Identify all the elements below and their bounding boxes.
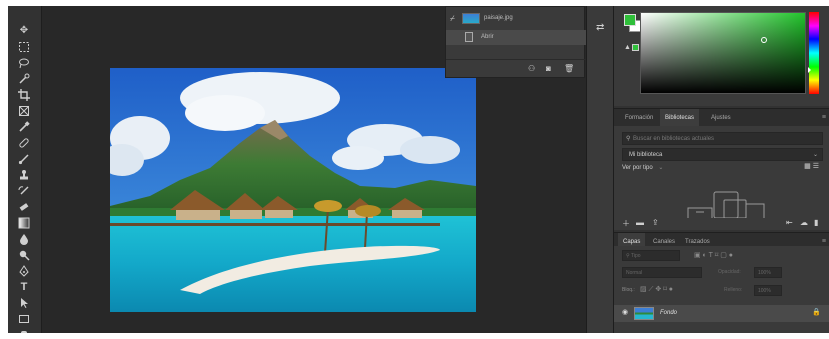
libraries-panel: ⚲ Buscar en bibliotecas actuales Mi bibl… <box>614 126 829 230</box>
history-state-label: Abrir <box>481 34 494 40</box>
foreground-color-swatch[interactable] <box>624 14 636 26</box>
path-select-tool-icon[interactable] <box>16 296 32 310</box>
lock-label: Bloq.: <box>622 287 635 293</box>
search-icon: ⚲ <box>626 136 631 142</box>
view-by-type-dropdown[interactable]: Ver por tipo ⌄ <box>622 164 663 171</box>
layer-name: Fondo <box>660 310 678 316</box>
chevron-down-icon: ⌄ <box>812 152 818 158</box>
opacity-value: 100% <box>758 270 771 276</box>
type-tool-icon[interactable]: T <box>16 280 32 294</box>
quick-select-tool-icon[interactable] <box>16 72 32 86</box>
eyedropper-tool-icon[interactable] <box>16 120 32 134</box>
eraser-tool-icon[interactable] <box>16 200 32 214</box>
lasso-tool-icon[interactable] <box>16 56 32 70</box>
cloud-link-icon[interactable]: ⇤ <box>786 218 793 227</box>
gradient-tool-icon[interactable] <box>16 216 32 230</box>
color-field[interactable] <box>640 12 806 94</box>
layer-filter-select[interactable]: ⚲ Tipo <box>622 250 680 261</box>
library-search-input[interactable]: ⚲ Buscar en bibliotecas actuales <box>622 132 823 145</box>
library-empty-illustration <box>687 191 765 218</box>
add-content-icon[interactable]: ＋ <box>622 218 630 229</box>
lock-icons[interactable]: ▨ ⟋ ✥ ⌑ ● <box>640 284 673 296</box>
new-document-from-state-icon[interactable]: ⚇ <box>528 64 535 73</box>
tab-bibliotecas[interactable]: Bibliotecas <box>660 109 700 127</box>
fill-input[interactable]: 100% <box>754 285 782 296</box>
history-footer: ⚇ ◙ 🗑 <box>446 59 586 77</box>
camera-icon[interactable]: ◙ <box>546 64 551 73</box>
cloud-icon[interactable]: ☁ <box>800 218 808 227</box>
layer-row[interactable]: ◉ Fondo 🔒 <box>614 305 829 322</box>
photoshop-window: ✥ T ⌿ paisaje.jpg Abrir ⚇ ◙ 🗑 ⇄ ▲ Formac… <box>8 6 829 333</box>
dodge-tool-icon[interactable] <box>16 248 32 262</box>
tab-ajustes[interactable]: Ajustes <box>706 109 736 127</box>
tab-formacion[interactable]: Formación <box>620 109 658 127</box>
collapsed-panels-dock: ⇄ <box>586 6 614 333</box>
crop-tool-icon[interactable] <box>16 88 32 102</box>
library-name: Mi biblioteca <box>629 152 663 158</box>
library-select[interactable]: Mi biblioteca ⌄ <box>622 148 823 161</box>
lock-icon[interactable]: 🔒 <box>812 308 821 316</box>
history-brush-tool-icon[interactable] <box>16 184 32 198</box>
layer-thumbnail <box>634 307 654 320</box>
opacity-label: Opacidad: <box>718 269 741 275</box>
upload-icon[interactable]: ⇪ <box>652 218 659 227</box>
gamut-swatch[interactable] <box>632 44 639 51</box>
healing-brush-tool-icon[interactable] <box>16 136 32 150</box>
trash-icon[interactable]: ▮ <box>814 218 818 227</box>
hue-slider-handle[interactable] <box>808 67 811 73</box>
grid-view-icon[interactable]: ▦ ☰ <box>804 162 819 170</box>
rectangle-tool-icon[interactable] <box>16 312 32 326</box>
history-panel-icon[interactable]: ⇄ <box>596 22 604 33</box>
library-search-placeholder: Buscar en bibliotecas actuales <box>633 136 715 142</box>
chevron-down-icon: ⌄ <box>658 165 664 171</box>
brush-tool-icon[interactable] <box>16 152 32 166</box>
layers-panel: ⚲ Tipo ▣ ◐ T ⌑ ▢ ● Normal Opacidad: 100%… <box>614 246 829 333</box>
blur-tool-icon[interactable] <box>16 232 32 246</box>
color-picker-handle[interactable] <box>761 37 767 43</box>
blend-mode-select[interactable]: Normal <box>622 267 702 278</box>
libraries-tab-bar: Formación Bibliotecas Ajustes ≡ <box>614 108 829 127</box>
snapshot-label: paisaje.jpg <box>484 15 513 21</box>
snapshot-thumbnail <box>462 13 480 24</box>
history-panel: ⌿ paisaje.jpg Abrir ⚇ ◙ 🗑 <box>445 6 586 78</box>
move-tool-icon[interactable]: ✥ <box>16 24 32 38</box>
layer-filter-label: Tipo <box>630 253 641 259</box>
tools-panel: ✥ T <box>8 6 42 333</box>
libraries-footer: ＋ ▬ ⇪ ⇤ ☁ ▮ <box>622 218 823 228</box>
document-icon <box>465 32 473 42</box>
history-brush-source-icon: ⌿ <box>450 14 455 23</box>
folder-icon[interactable]: ▬ <box>636 218 644 227</box>
history-state-row[interactable]: Abrir <box>446 30 586 45</box>
hue-slider[interactable] <box>809 12 819 94</box>
opacity-input[interactable]: 100% <box>754 267 782 278</box>
marquee-tool-icon[interactable] <box>16 40 32 54</box>
blend-mode-value: Normal <box>626 270 643 276</box>
landscape-photo <box>110 68 476 312</box>
layer-filter-icons[interactable]: ▣ ◐ T ⌑ ▢ ● <box>694 250 733 262</box>
hand-tool-icon[interactable] <box>16 327 32 333</box>
clone-stamp-tool-icon[interactable] <box>16 168 32 182</box>
gamut-warning-icon[interactable]: ▲ <box>624 44 631 51</box>
color-panel: ▲ <box>614 6 829 106</box>
frame-tool-icon[interactable] <box>16 104 32 118</box>
pen-tool-icon[interactable] <box>16 264 32 278</box>
view-by-type-label: Ver por tipo <box>622 165 653 171</box>
history-snapshot-row[interactable]: ⌿ paisaje.jpg <box>446 11 586 26</box>
right-panels: ▲ Formación Bibliotecas Ajustes ≡ ⚲ Busc… <box>614 6 829 333</box>
panel-menu-icon[interactable]: ≡ <box>822 109 826 127</box>
fill-value: 100% <box>758 288 771 294</box>
eye-icon[interactable]: ◉ <box>622 308 628 316</box>
trash-icon[interactable]: 🗑 <box>564 64 574 73</box>
fill-label: Relleno: <box>724 287 743 293</box>
